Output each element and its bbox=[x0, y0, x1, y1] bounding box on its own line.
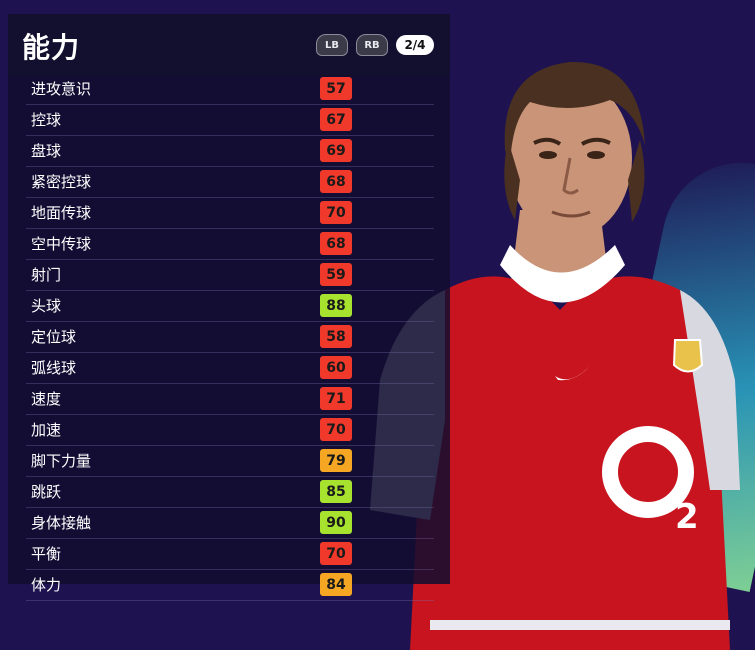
stat-row: 脚下力量 79 bbox=[26, 446, 434, 477]
stat-value: 70 bbox=[320, 418, 352, 441]
stat-row: 平衡 70 bbox=[26, 539, 434, 570]
stat-name: 加速 bbox=[31, 421, 62, 439]
stat-value: 59 bbox=[320, 263, 352, 286]
stat-value: 71 bbox=[320, 387, 352, 410]
stat-name: 脚下力量 bbox=[31, 452, 92, 470]
stat-value: 70 bbox=[320, 542, 352, 565]
stat-value: 85 bbox=[320, 480, 352, 503]
stat-name: 体力 bbox=[31, 576, 62, 594]
panel-header: 能力 LB RB 2/4 bbox=[8, 14, 450, 76]
panel-title: 能力 bbox=[22, 31, 81, 64]
stat-value: 88 bbox=[320, 294, 352, 317]
stat-name: 头球 bbox=[31, 297, 62, 315]
stat-value: 68 bbox=[320, 170, 352, 193]
stat-value: 68 bbox=[320, 232, 352, 255]
stat-row: 加速 70 bbox=[26, 415, 434, 446]
stat-list: 进攻意识 57 控球 67 盘球 69 紧密控球 68 地面传球 70 空中传球… bbox=[8, 74, 450, 601]
ability-panel: 能力 LB RB 2/4 进攻意识 57 控球 67 盘球 69 紧密控球 68… bbox=[8, 14, 450, 601]
stat-value: 84 bbox=[320, 573, 352, 596]
stat-row: 进攻意识 57 bbox=[26, 74, 434, 105]
page-controls: LB RB 2/4 bbox=[316, 34, 434, 56]
stat-name: 进攻意识 bbox=[31, 80, 92, 98]
stat-name: 弧线球 bbox=[31, 359, 77, 377]
stat-row: 身体接触 90 bbox=[26, 508, 434, 539]
stat-row: 速度 71 bbox=[26, 384, 434, 415]
stat-name: 定位球 bbox=[31, 328, 77, 346]
stat-row: 紧密控球 68 bbox=[26, 167, 434, 198]
stat-name: 盘球 bbox=[31, 142, 62, 160]
stat-row: 控球 67 bbox=[26, 105, 434, 136]
stat-name: 速度 bbox=[31, 390, 62, 408]
stat-row: 跳跃 85 bbox=[26, 477, 434, 508]
stat-name: 平衡 bbox=[31, 545, 62, 563]
stat-row: 体力 84 bbox=[26, 570, 434, 601]
stat-name: 身体接触 bbox=[31, 514, 92, 532]
stat-value: 70 bbox=[320, 201, 352, 224]
stat-value: 57 bbox=[320, 77, 352, 100]
stat-name: 控球 bbox=[31, 111, 62, 129]
svg-text:2: 2 bbox=[675, 497, 699, 537]
stat-value: 79 bbox=[320, 449, 352, 472]
stat-row: 射门 59 bbox=[26, 260, 434, 291]
stat-value: 67 bbox=[320, 108, 352, 131]
stat-name: 射门 bbox=[31, 266, 62, 284]
stat-value: 69 bbox=[320, 139, 352, 162]
page-indicator: 2/4 bbox=[396, 35, 434, 55]
stat-row: 地面传球 70 bbox=[26, 198, 434, 229]
stat-value: 90 bbox=[320, 511, 352, 534]
stat-name: 地面传球 bbox=[31, 204, 92, 222]
stat-name: 紧密控球 bbox=[31, 173, 92, 191]
stat-value: 60 bbox=[320, 356, 352, 379]
stat-row: 盘球 69 bbox=[26, 136, 434, 167]
stat-row: 空中传球 68 bbox=[26, 229, 434, 260]
stat-name: 跳跃 bbox=[31, 483, 62, 501]
stat-row: 头球 88 bbox=[26, 291, 434, 322]
rb-button-icon[interactable]: RB bbox=[356, 34, 388, 56]
stat-name: 空中传球 bbox=[31, 235, 92, 253]
stat-row: 定位球 58 bbox=[26, 322, 434, 353]
stat-value: 58 bbox=[320, 325, 352, 348]
stat-row: 弧线球 60 bbox=[26, 353, 434, 384]
lb-button-icon[interactable]: LB bbox=[316, 34, 348, 56]
